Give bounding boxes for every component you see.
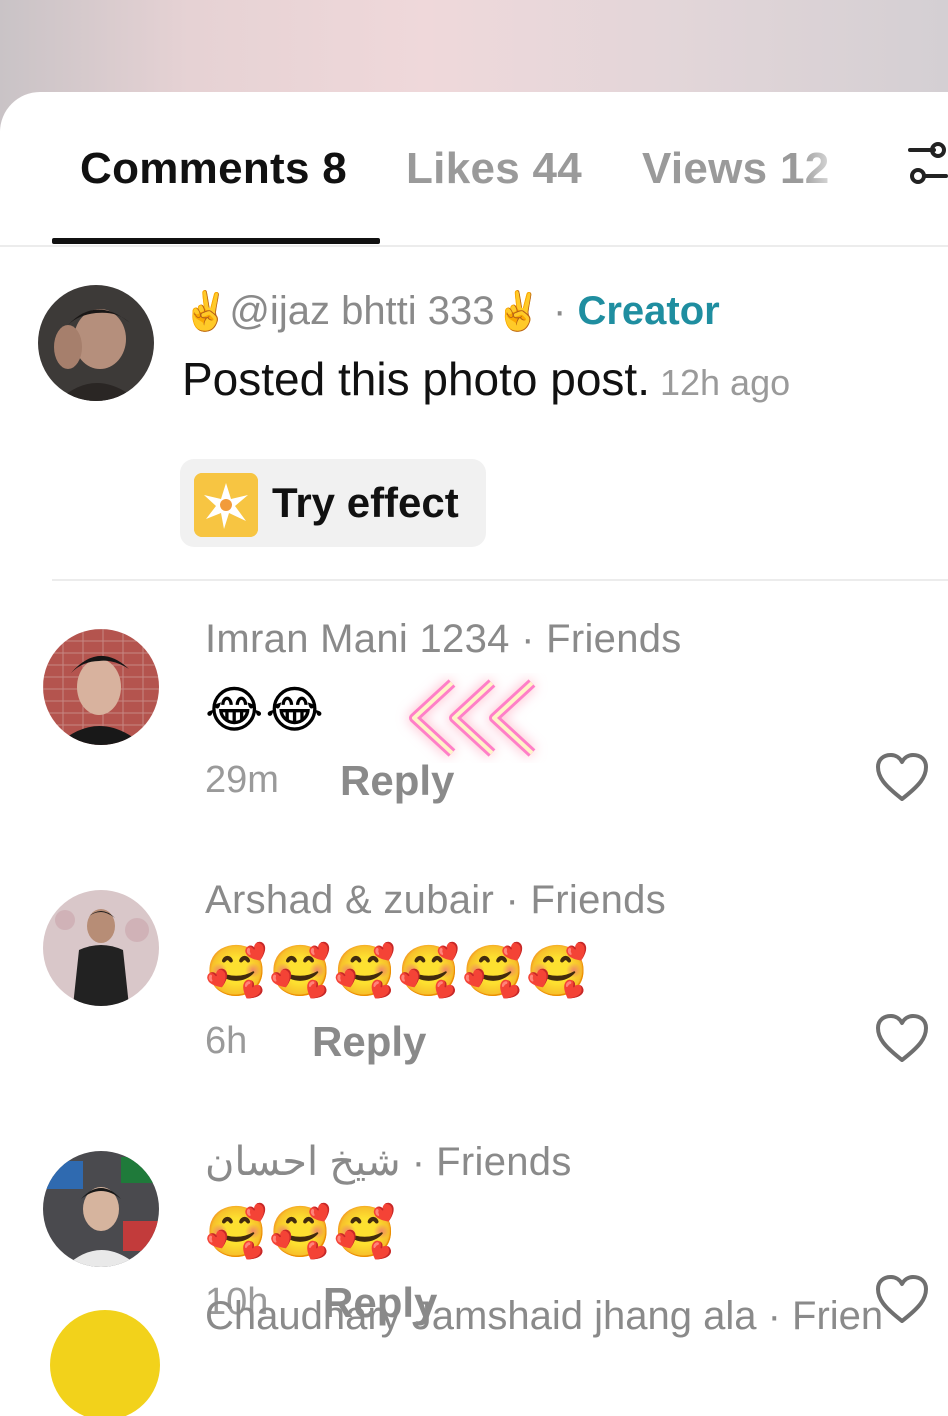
comment-author[interactable]: Arshad & zubair · Friends [205,878,666,923]
post-time: 12h ago [659,362,791,403]
avatar[interactable] [50,1310,160,1416]
victory-hand-icon: ✌️ [182,291,230,333]
victory-hand-icon: ✌️ [494,291,542,333]
heart-icon[interactable] [874,751,930,803]
reply-button[interactable]: Reply [312,1018,426,1066]
comment-author[interactable]: شیخ احسان · Friends [205,1139,572,1185]
try-effect-label: Try effect [272,479,459,526]
tab-likes[interactable]: Likes 44 [406,144,582,194]
comment-item: Imran Mani 1234 · Friends 😂😂 29m Reply [0,589,948,849]
sparkle-effect-icon [194,473,258,537]
comment-time: 6h [205,1020,248,1062]
separator: · [552,289,567,333]
comment-item: Arshad & zubair · Friends 🥰🥰🥰🥰🥰🥰 6h Repl… [0,850,948,1110]
comment-author[interactable]: Chaudhary Jamshaid jhang ala · Frien [205,1294,883,1339]
creator-badge: Creator [577,289,720,333]
comment-author[interactable]: Imran Mani 1234 · Friends [205,617,682,662]
comment-text: 🥰🥰🥰 [205,1204,398,1260]
tab-fade [800,132,890,212]
comment-time: 29m [205,759,279,801]
creator-username: @ijaz bhtti 333 [229,289,495,333]
avatar[interactable] [38,285,154,401]
reply-button[interactable]: Reply [340,757,454,805]
post-caption: Posted this photo post. 12h ago [182,352,790,406]
comment-text: 😂😂 [205,682,326,738]
creator-username-line[interactable]: ✌️@ijaz bhtti 333✌️ · Creator [182,289,720,334]
avatar[interactable] [43,1151,159,1267]
post-text: Posted this photo post. [182,353,650,405]
avatar[interactable] [43,890,159,1006]
comments-sheet: Comments 8 Likes 44 Views 12 ✌️@ijaz bht… [0,92,948,1416]
try-effect-button[interactable]: Try effect [180,459,486,547]
neon-arrows-icon [409,679,536,757]
filter-icon[interactable] [906,136,948,192]
active-tab-indicator [52,238,380,244]
comment-text: 🥰🥰🥰🥰🥰🥰 [205,943,591,999]
creator-post: ✌️@ijaz bhtti 333✌️ · Creator Posted thi… [0,247,948,582]
divider [52,579,948,581]
tab-comments[interactable]: Comments 8 [80,144,347,194]
avatar[interactable] [43,629,159,745]
tab-bar: Comments 8 Likes 44 Views 12 [0,92,948,247]
heart-icon[interactable] [874,1012,930,1064]
